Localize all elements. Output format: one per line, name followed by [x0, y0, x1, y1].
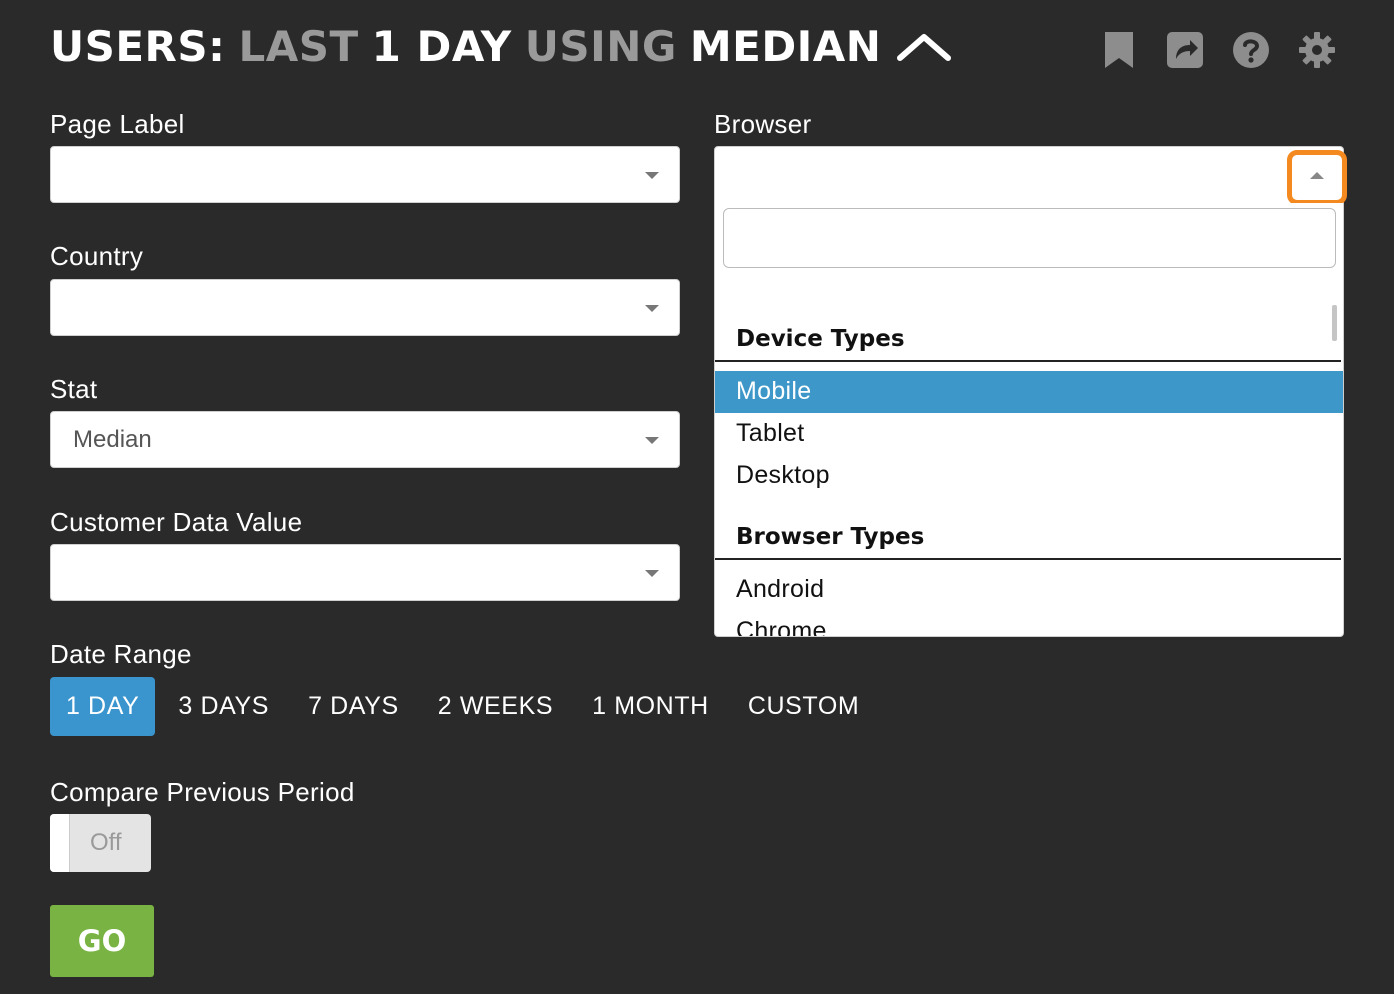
chevron-down-icon	[645, 305, 659, 312]
option-mobile[interactable]: Mobile	[715, 371, 1343, 413]
stat-select[interactable]: Median	[50, 411, 680, 468]
browser-search-input[interactable]	[723, 208, 1336, 268]
range-2-weeks[interactable]: 2 WEEKS	[422, 677, 569, 736]
title-using: USING	[524, 22, 677, 71]
date-range-label: Date Range	[50, 639, 192, 669]
stat-value: Median	[73, 426, 152, 453]
range-7-days[interactable]: 7 DAYS	[292, 677, 415, 736]
option-tablet[interactable]: Tablet	[715, 413, 1343, 455]
group-header-browser-types: Browser Types	[715, 510, 1341, 560]
chevron-down-icon	[645, 570, 659, 577]
bookmark-icon[interactable]	[1100, 30, 1138, 70]
share-icon[interactable]	[1166, 30, 1204, 70]
toggle-state-text: Off	[90, 829, 122, 856]
range-1-month[interactable]: 1 MONTH	[576, 677, 725, 736]
customer-data-value-select[interactable]	[50, 544, 680, 601]
title-period: 1 DAY	[371, 22, 512, 71]
settings-gear-icon[interactable]	[1298, 30, 1336, 70]
page-title: USERS: LAST 1 DAY USING MEDIAN	[50, 22, 952, 71]
range-3-days[interactable]: 3 DAYS	[162, 677, 285, 736]
browser-dropdown: Device Types Mobile Tablet Desktop Brows…	[714, 203, 1344, 637]
title-last: LAST	[238, 22, 359, 71]
range-custom[interactable]: CUSTOM	[732, 677, 875, 736]
title-stat: MEDIAN	[689, 22, 882, 71]
page-label-label: Page Label	[50, 109, 185, 139]
option-android[interactable]: Android	[715, 569, 1343, 611]
chevron-down-icon	[645, 437, 659, 444]
browser-label: Browser	[714, 109, 812, 139]
browser-select[interactable]	[714, 146, 1344, 204]
option-desktop[interactable]: Desktop	[715, 455, 1343, 497]
page-label-select[interactable]	[50, 146, 680, 203]
group-header-device-types: Device Types	[715, 312, 1341, 362]
collapse-chevron-up-icon[interactable]	[896, 32, 952, 62]
option-chrome[interactable]: Chrome	[715, 611, 1343, 636]
stat-label: Stat	[50, 374, 98, 404]
chevron-down-icon	[645, 172, 659, 179]
country-label: Country	[50, 241, 144, 271]
compare-previous-period-toggle[interactable]: Off	[50, 814, 151, 872]
date-range-options: 1 DAY 3 DAYS 7 DAYS 2 WEEKS 1 MONTH CUST…	[50, 677, 875, 736]
toggle-knob	[50, 814, 70, 872]
country-select[interactable]	[50, 279, 680, 336]
customer-data-value-label: Customer Data Value	[50, 507, 303, 537]
title-users: USERS:	[50, 22, 226, 71]
go-button[interactable]: GO	[50, 905, 154, 977]
compare-previous-period-label: Compare Previous Period	[50, 777, 355, 807]
browser-dropdown-toggle[interactable]	[1287, 150, 1347, 205]
help-icon[interactable]	[1232, 30, 1270, 70]
chevron-up-icon	[1310, 172, 1324, 179]
range-1-day[interactable]: 1 DAY	[50, 677, 156, 736]
